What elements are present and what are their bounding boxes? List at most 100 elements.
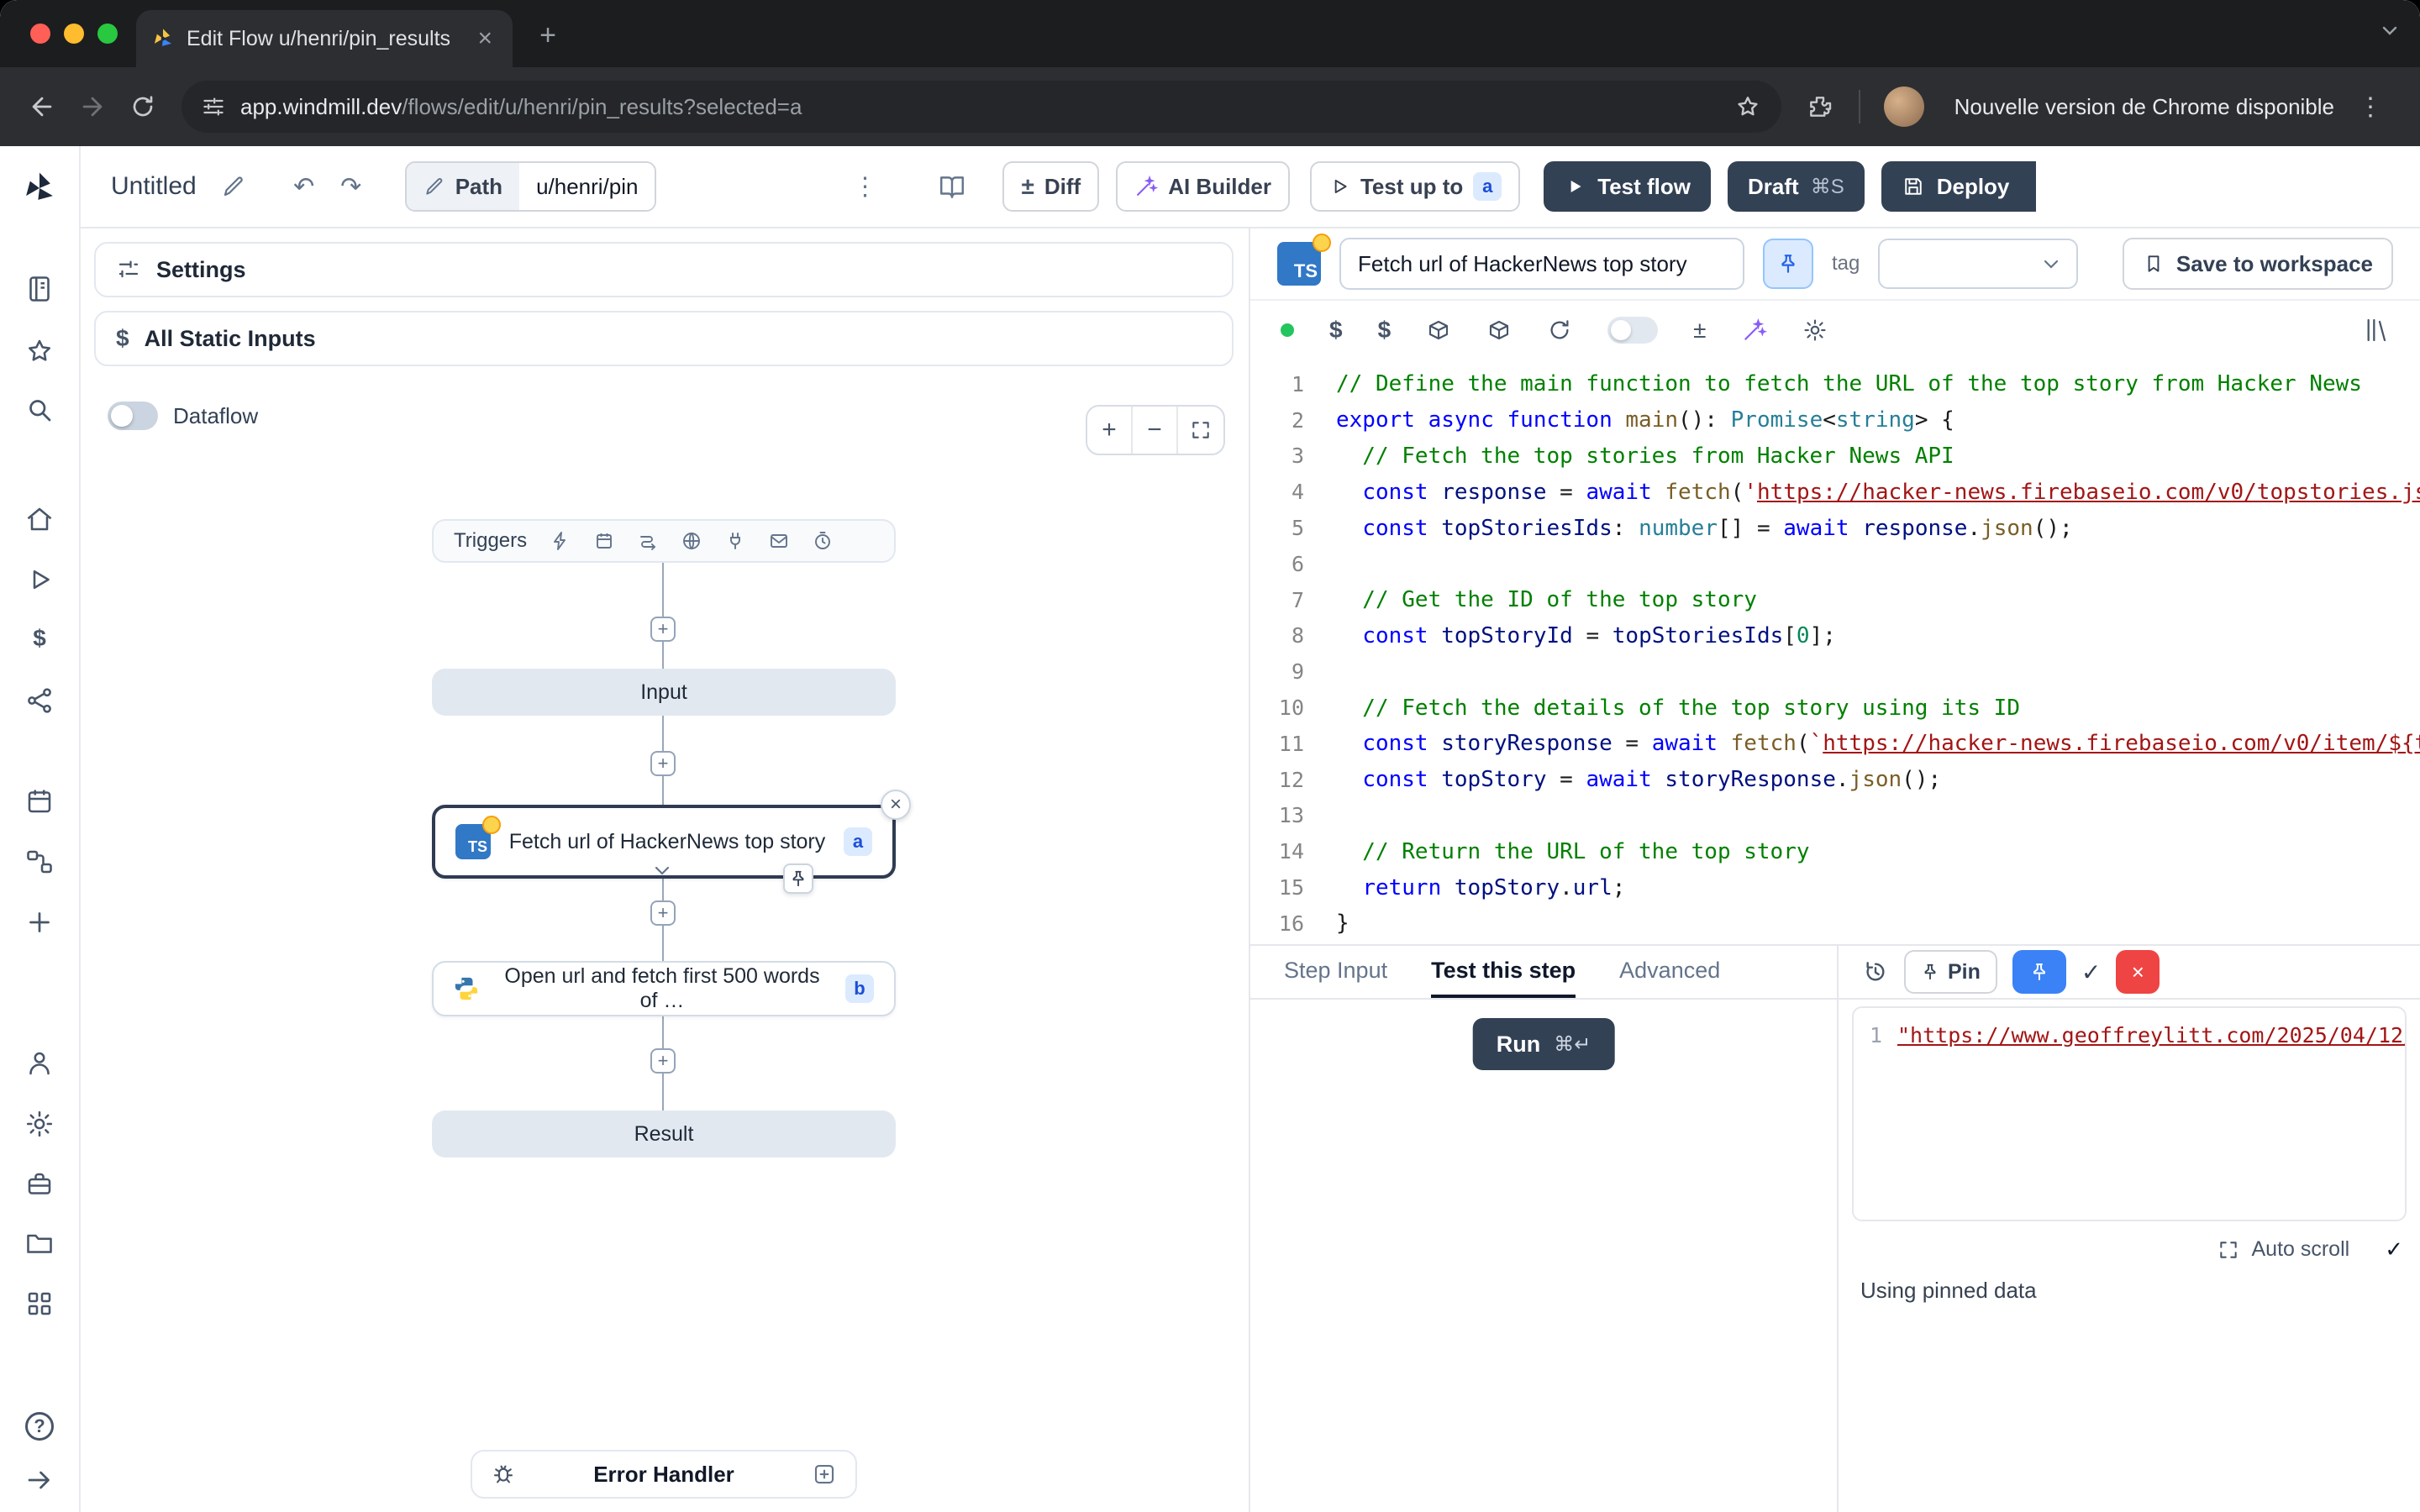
collapse-arrow-right-icon[interactable] <box>18 1458 61 1502</box>
collapse-chevron-icon[interactable] <box>652 860 672 880</box>
profile-avatar[interactable] <box>1884 87 1924 127</box>
ai-builder-button[interactable]: AI Builder <box>1116 161 1290 212</box>
step-b-node[interactable]: Open url and fetch first 500 words of … … <box>432 961 896 1016</box>
redo-icon[interactable]: ↷ <box>328 163 375 210</box>
resources-dollar-icon[interactable]: $ <box>1378 317 1392 344</box>
chrome-menu-kebab-icon[interactable]: ⋮ <box>2348 92 2393 122</box>
save-to-workspace-button[interactable]: Save to workspace <box>2123 238 2393 290</box>
variables-dollar-icon[interactable]: $ <box>1329 317 1343 344</box>
settings-gear-icon[interactable] <box>18 1102 61 1146</box>
tab-advanced[interactable]: Advanced <box>1619 946 1720 998</box>
search-icon[interactable] <box>18 388 61 432</box>
tab-search-chevron-icon[interactable] <box>2380 20 2400 40</box>
run-button[interactable]: Run ⌘↵ <box>1473 1018 1615 1070</box>
windmill-logo[interactable] <box>18 166 61 210</box>
zoom-out-button[interactable]: − <box>1133 407 1178 454</box>
fit-view-button[interactable] <box>1178 407 1223 454</box>
edit-name-pencil-icon[interactable] <box>210 163 257 210</box>
plus-minus-icon[interactable]: ± <box>1693 317 1706 344</box>
workspace-briefcase-icon[interactable] <box>18 1163 61 1206</box>
minimize-window-button[interactable] <box>64 24 84 44</box>
email-icon <box>769 531 789 551</box>
tab-step-input[interactable]: Step Input <box>1284 946 1387 998</box>
triggers-node[interactable]: Triggers <box>432 519 896 563</box>
extensions-puzzle-icon[interactable] <box>1795 81 1845 132</box>
library-icon[interactable] <box>2363 317 2390 344</box>
undo-icon[interactable]: ↶ <box>281 163 328 210</box>
zoom-in-button[interactable]: + <box>1087 407 1133 454</box>
tag-select[interactable] <box>1878 239 2078 289</box>
expand-icon[interactable] <box>2217 1239 2239 1261</box>
diff-button[interactable]: ± Diff <box>1002 161 1099 212</box>
windmill-favicon <box>151 27 175 50</box>
add-plus-icon[interactable] <box>18 900 61 944</box>
flows-pipeline-icon[interactable] <box>18 840 61 884</box>
back-icon[interactable] <box>17 81 67 132</box>
home-icon[interactable] <box>18 497 61 541</box>
pin-result-button[interactable]: Pin <box>1904 950 1997 994</box>
input-node[interactable]: Input <box>432 669 896 716</box>
step-name-input[interactable] <box>1339 238 1744 290</box>
add-error-handler-icon[interactable] <box>812 1462 837 1487</box>
docs-open-book-icon[interactable] <box>929 163 976 210</box>
bookmark-star-icon[interactable] <box>1734 93 1761 120</box>
help-question-icon[interactable]: ? <box>18 1404 61 1448</box>
all-static-inputs-button[interactable]: $ All Static Inputs <box>94 311 1234 366</box>
site-settings-icon[interactable] <box>202 95 225 118</box>
tab-test-this-step[interactable]: Test this step <box>1431 946 1576 998</box>
package-box-icon[interactable] <box>1426 318 1451 343</box>
pinned-data-editor[interactable]: 1 "https://www.geoffreylitt.com/2025/04/… <box>1852 1006 2407 1221</box>
result-node[interactable]: Result <box>432 1110 896 1158</box>
editor-toggle[interactable] <box>1607 317 1658 344</box>
history-icon[interactable] <box>1862 958 1889 985</box>
more-options-kebab-icon[interactable]: ⋮ <box>841 163 888 210</box>
chrome-update-notice[interactable]: Nouvelle version de Chrome disponible ⋮ <box>1934 84 2403 130</box>
add-step-button[interactable]: + <box>650 751 676 776</box>
flow-settings-button[interactable]: Settings <box>94 242 1234 297</box>
runs-play-icon[interactable] <box>18 558 61 601</box>
reload-icon[interactable] <box>118 81 168 132</box>
zoom-window-button[interactable] <box>97 24 118 44</box>
pinned-indicator-icon[interactable] <box>783 864 813 894</box>
play-icon <box>1564 176 1586 197</box>
forward-icon[interactable] <box>67 81 118 132</box>
close-window-button[interactable] <box>30 24 50 44</box>
folders-folder-icon[interactable] <box>18 1221 61 1265</box>
new-tab-button[interactable]: + <box>529 17 566 54</box>
resources-graph-icon[interactable] <box>18 679 61 722</box>
error-handler-node[interactable]: Error Handler <box>471 1450 857 1499</box>
remove-step-icon[interactable]: × <box>881 790 911 820</box>
apps-grid-icon[interactable] <box>18 1282 61 1326</box>
users-person-icon[interactable] <box>18 1042 61 1085</box>
address-bar[interactable]: app.windmill.dev/flows/edit/u/henri/pin_… <box>182 81 1781 133</box>
unpin-close-button[interactable]: × <box>2116 950 2160 994</box>
browser-tab[interactable]: Edit Flow u/henri/pin_results × <box>136 10 513 67</box>
ai-wand-icon[interactable] <box>1742 318 1767 343</box>
dependencies-box-icon[interactable] <box>1486 318 1512 343</box>
test-up-to-button[interactable]: Test up to a <box>1310 161 1520 212</box>
code-line: 3 // Fetch the top stories from Hacker N… <box>1250 438 2420 475</box>
path-setting[interactable]: Path u/henri/pin <box>405 161 657 212</box>
favorites-star-icon[interactable] <box>18 329 61 373</box>
draft-button[interactable]: Draft ⌘S <box>1728 161 1865 212</box>
auto-scroll-checkbox[interactable]: ✓ <box>2385 1236 2403 1263</box>
tab-close-icon[interactable]: × <box>472 24 497 53</box>
pinned-toggle-button[interactable] <box>2012 950 2066 994</box>
editor-settings-gear-icon[interactable] <box>1802 318 1828 343</box>
accept-check-icon[interactable]: ✓ <box>2081 958 2101 986</box>
dataflow-toggle[interactable] <box>108 402 158 430</box>
pin-step-button[interactable] <box>1763 239 1813 289</box>
reload-icon[interactable] <box>1547 318 1572 343</box>
add-step-button[interactable]: + <box>650 900 676 926</box>
test-flow-button[interactable]: Test flow <box>1544 161 1711 212</box>
code-editor[interactable]: 1// Define the main function to fetch th… <box>1250 360 2420 944</box>
add-step-button[interactable]: + <box>650 1048 676 1074</box>
docs-book-icon[interactable] <box>18 267 61 311</box>
flow-graph-panel: Settings $ All Static Inputs Dataflow + … <box>81 228 1250 1512</box>
bookmark-icon <box>2143 253 2165 275</box>
add-step-button[interactable]: + <box>650 617 676 642</box>
save-floppy-icon <box>1902 175 1925 198</box>
deploy-button[interactable]: Deploy <box>1881 161 2037 212</box>
schedules-calendar-icon[interactable] <box>18 780 61 823</box>
variables-dollar-icon[interactable]: $ <box>18 617 61 660</box>
